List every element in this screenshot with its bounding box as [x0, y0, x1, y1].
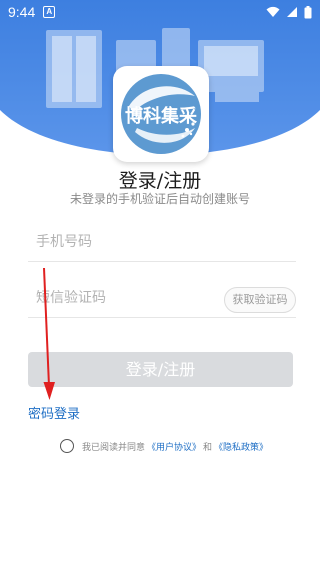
wifi-icon	[266, 6, 280, 17]
status-time: 9:44	[8, 4, 36, 20]
login-register-button[interactable]: 登录/注册	[28, 352, 293, 387]
agreement-and: 和	[203, 442, 213, 453]
a-letter-notification-icon: A	[43, 6, 56, 18]
sms-code-input[interactable]	[28, 289, 208, 306]
signal-icon	[287, 7, 297, 17]
sms-code-field-row: 获取验证码	[28, 278, 296, 318]
phone-input[interactable]	[28, 233, 208, 250]
page-subtitle: 未登录的手机验证后自动创建账号	[69, 192, 250, 206]
user-agreement-link[interactable]: 《用户协议》	[147, 440, 201, 453]
privacy-policy-link[interactable]: 《隐私政策》	[214, 440, 268, 453]
status-bar: 9:44 A	[0, 0, 320, 24]
get-code-button[interactable]: 获取验证码	[224, 287, 296, 313]
agreement-row: 我已阅读并同意 《用户协议》 和 《隐私政策》	[60, 437, 270, 455]
status-icons	[266, 5, 312, 19]
agreement-prefix: 我已阅读并同意	[82, 442, 146, 453]
page-title: 登录/注册	[118, 170, 202, 192]
phone-field-row	[28, 222, 296, 262]
agreement-radio[interactable]	[60, 439, 74, 453]
battery-icon	[304, 5, 312, 18]
app-logo-leaf-icon: 博科集采	[121, 74, 201, 154]
logo-text: 博科集采	[125, 105, 198, 127]
password-login-link[interactable]: 密码登录	[28, 403, 80, 422]
app-logo: 博科集采	[113, 66, 209, 162]
